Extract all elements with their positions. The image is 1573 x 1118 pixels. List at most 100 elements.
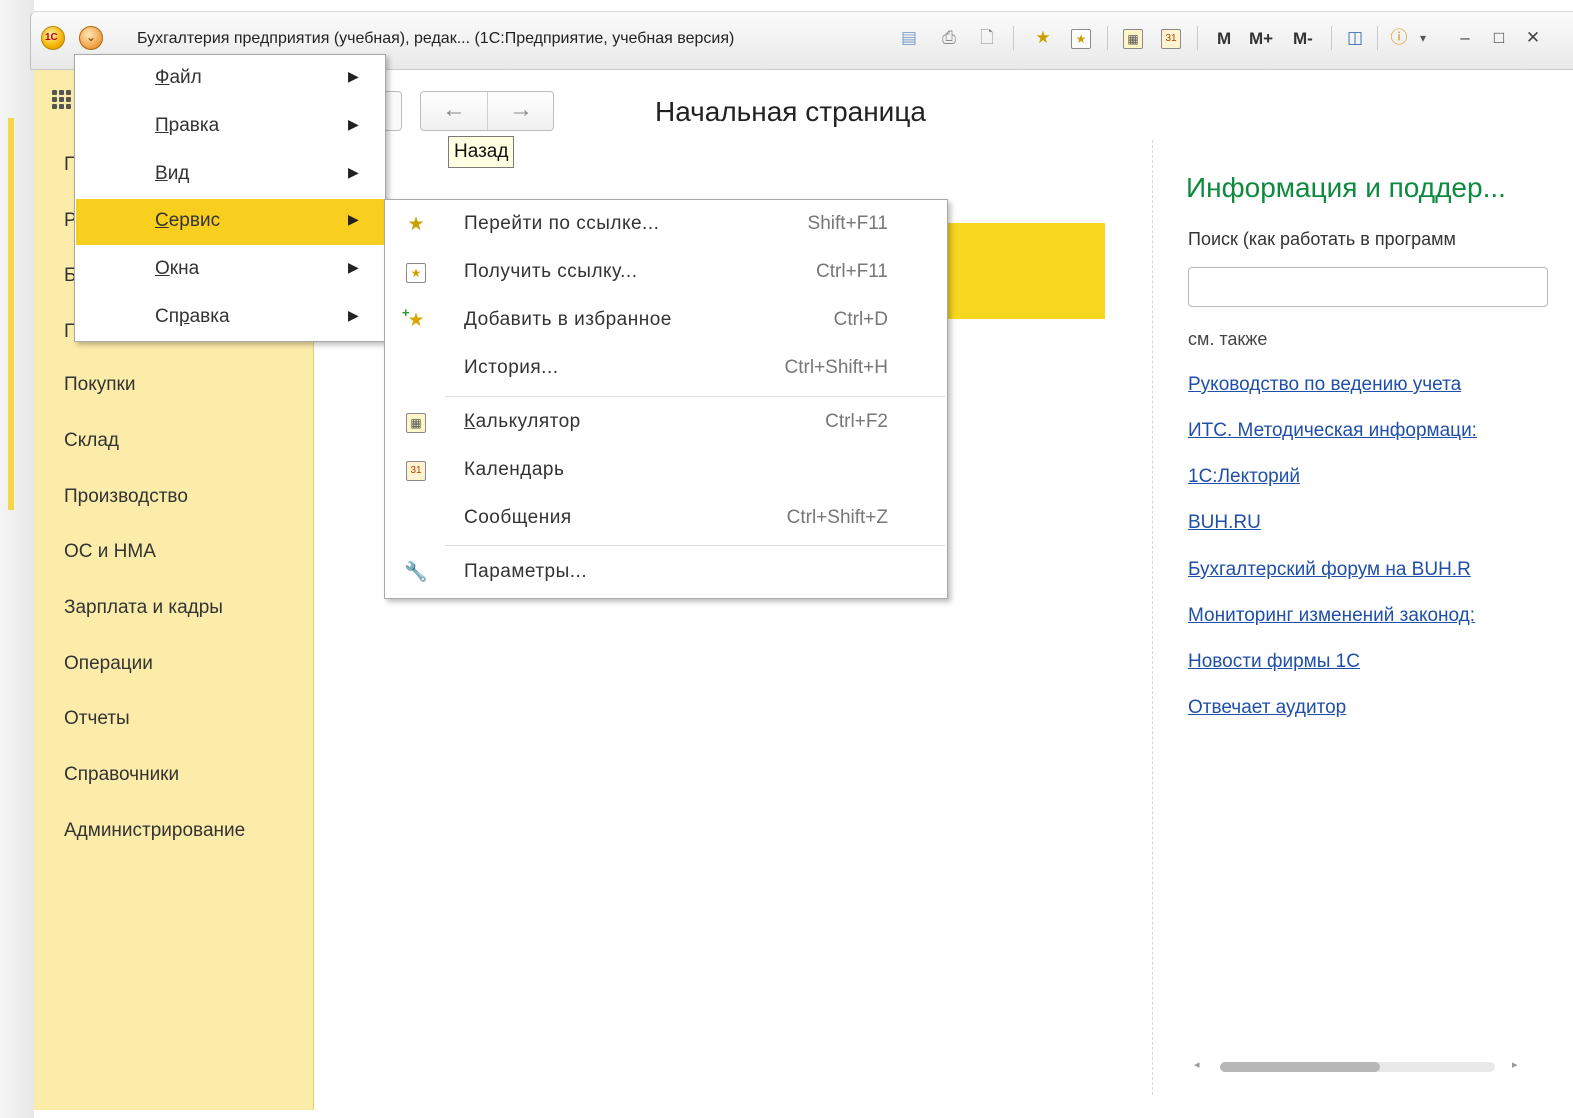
search-input[interactable] <box>1188 267 1548 307</box>
sidebar-item-warehouse[interactable]: Склад <box>64 430 119 452</box>
toolbar-separator <box>1197 26 1198 50</box>
shortcut-label: Ctrl+F2 <box>825 411 888 432</box>
link-1c-lectorium[interactable]: 1С:Лекторий <box>1188 466 1538 488</box>
submenu-item-calendar[interactable]: 31 Календарь <box>386 447 946 493</box>
panel-divider <box>1152 140 1153 1095</box>
scroll-left-icon[interactable]: ◂ <box>1194 1058 1200 1071</box>
sidebar-item-fixed-assets[interactable]: ОС и НМА <box>64 541 156 563</box>
print-icon[interactable]: ⎙ <box>937 26 961 50</box>
chevron-down-icon: ⌄ <box>86 30 97 44</box>
memory-plus-button[interactable]: M+ <box>1249 29 1273 49</box>
info-panel-title: Информация и поддер... <box>1186 172 1506 203</box>
calculator-icon[interactable]: ▦ <box>1121 26 1145 50</box>
link-buh-forum[interactable]: Бухгалтерский форум на BUH.R <box>1188 559 1538 581</box>
menu-item-label: Файл <box>155 67 202 88</box>
menu-separator <box>445 396 945 397</box>
submenu-item-calculator[interactable]: ▦ Калькулятор Ctrl+F2 <box>386 399 946 445</box>
menu-item-label: Справка <box>155 306 230 327</box>
main-menu: Файл ▶ Правка ▶ Вид ▶ Сервис ▶ Окна ▶ Сп… <box>74 54 386 342</box>
submenu-item-label: Получить ссылку... <box>464 261 638 282</box>
sidebar-item-catalogs[interactable]: Справочники <box>64 764 179 786</box>
menu-item-windows[interactable]: Окна ▶ <box>76 247 384 293</box>
menu-separator <box>445 545 945 546</box>
submenu-item-label: Параметры... <box>464 561 588 582</box>
link-buh-ru[interactable]: BUH.RU <box>1188 512 1538 534</box>
sidebar-item-payroll[interactable]: Зарплата и кадры <box>64 597 223 619</box>
submenu-item-label: Калькулятор <box>464 411 581 432</box>
main-menu-button[interactable]: ⌄ <box>79 26 103 50</box>
toolbar-separator <box>1377 26 1378 50</box>
memory-minus-button[interactable]: M- <box>1293 29 1313 49</box>
submenu-item-label: История... <box>464 357 559 378</box>
submenu-arrow-icon: ▶ <box>348 211 359 227</box>
link-1c-news[interactable]: Новости фирмы 1С <box>1188 651 1538 673</box>
sidebar-item-purchases[interactable]: Покупки <box>64 374 135 396</box>
menu-item-label: Вид <box>155 163 190 184</box>
submenu-item-settings[interactable]: 🔧 Параметры... <box>386 549 946 595</box>
shortcut-label: Shift+F11 <box>807 213 888 234</box>
shortcut-label: Ctrl+D <box>833 309 888 330</box>
submenu-item-label: Сообщения <box>464 507 572 528</box>
link-auditor-answers[interactable]: Отвечает аудитор <box>1188 697 1538 719</box>
submenu-arrow-icon: ▶ <box>348 307 359 323</box>
menu-item-view[interactable]: Вид ▶ <box>76 152 384 198</box>
calendar-icon[interactable]: 31 <box>1159 26 1183 50</box>
submenu-item-history[interactable]: История... Ctrl+Shift+H <box>386 345 946 391</box>
link-its-methodology[interactable]: ИТС. Методическая информаци: <box>1188 420 1538 442</box>
toolbar-separator <box>1013 26 1014 50</box>
star-link-icon[interactable]: ★ <box>1069 26 1093 50</box>
submenu-item-add-favorite[interactable]: ★ + Добавить в избранное Ctrl+D <box>386 297 946 343</box>
save-icon[interactable]: ▤ <box>897 26 921 50</box>
minimize-icon[interactable]: – <box>1453 26 1477 50</box>
close-icon[interactable]: ✕ <box>1521 26 1545 50</box>
menu-item-service[interactable]: Сервис ▶ <box>76 199 384 245</box>
panels-icon[interactable]: ◫ <box>1343 26 1367 50</box>
back-tooltip: Назад <box>448 136 515 168</box>
info-icon[interactable]: ⓘ <box>1387 26 1411 50</box>
menu-item-edit[interactable]: Правка ▶ <box>76 104 384 150</box>
navigation-buttons: ← → <box>420 91 554 131</box>
menu-item-file[interactable]: Файл ▶ <box>76 56 384 102</box>
scroll-thumb[interactable] <box>1220 1062 1380 1072</box>
all-functions-icon[interactable] <box>52 90 72 110</box>
menu-item-help[interactable]: Справка ▶ <box>76 295 384 341</box>
desktop-left-strip <box>0 0 34 1118</box>
maximize-icon[interactable]: □ <box>1487 26 1511 50</box>
sidebar-item-production[interactable]: Производство <box>64 486 188 508</box>
horizontal-scrollbar[interactable]: ◂ ▸ <box>1190 1058 1530 1076</box>
menu-item-label: Правка <box>155 115 220 136</box>
background-window-edge <box>8 118 14 510</box>
preview-icon[interactable]: 🗋 <box>975 26 999 50</box>
sidebar-item-hidden[interactable]: Г <box>64 321 74 343</box>
link-law-monitoring[interactable]: Мониторинг изменений законод: <box>1188 605 1538 627</box>
submenu-arrow-icon: ▶ <box>348 164 359 180</box>
star-arrow-icon: ★ <box>407 214 425 235</box>
link-accounting-guide[interactable]: Руководство по ведению учета <box>1188 374 1538 396</box>
scroll-right-icon[interactable]: ▸ <box>1512 1058 1518 1071</box>
window-title: Бухгалтерия предприятия (учебная), редак… <box>137 30 735 47</box>
star-arrow-icon[interactable]: ★ <box>1031 26 1055 50</box>
sidebar-item-hidden[interactable]: Г <box>64 154 74 176</box>
shortcut-label: Ctrl+Shift+H <box>784 357 888 378</box>
forward-button[interactable]: → <box>488 92 554 130</box>
submenu-item-label: Календарь <box>464 459 565 480</box>
promo-banner[interactable] <box>940 223 1105 319</box>
shortcut-label: Ctrl+Shift+Z <box>786 507 888 528</box>
submenu-item-go-to-link[interactable]: ★ Перейти по ссылке... Shift+F11 <box>386 201 946 247</box>
desktop-top-strip <box>0 0 1573 12</box>
submenu-arrow-icon: ▶ <box>348 116 359 132</box>
sidebar-item-operations[interactable]: Операции <box>64 653 153 675</box>
submenu-item-get-link[interactable]: ★ Получить ссылку... Ctrl+F11 <box>386 249 946 295</box>
submenu-item-label: Добавить в избранное <box>464 309 672 330</box>
submenu-item-label: Перейти по ссылке... <box>464 213 660 234</box>
calendar-icon: 31 <box>404 459 428 483</box>
sidebar-item-administration[interactable]: Администрирование <box>64 820 245 842</box>
info-dropdown-icon[interactable]: ▾ <box>1411 26 1435 50</box>
back-button[interactable]: ← <box>421 92 488 130</box>
app-logo-icon[interactable]: 1С <box>41 26 65 50</box>
submenu-item-messages[interactable]: Сообщения Ctrl+Shift+Z <box>386 495 946 541</box>
menu-item-label: Окна <box>155 258 200 279</box>
memory-button[interactable]: M <box>1217 29 1231 49</box>
add-star-icon: ★ + <box>402 305 425 331</box>
sidebar-item-reports[interactable]: Отчеты <box>64 708 130 730</box>
